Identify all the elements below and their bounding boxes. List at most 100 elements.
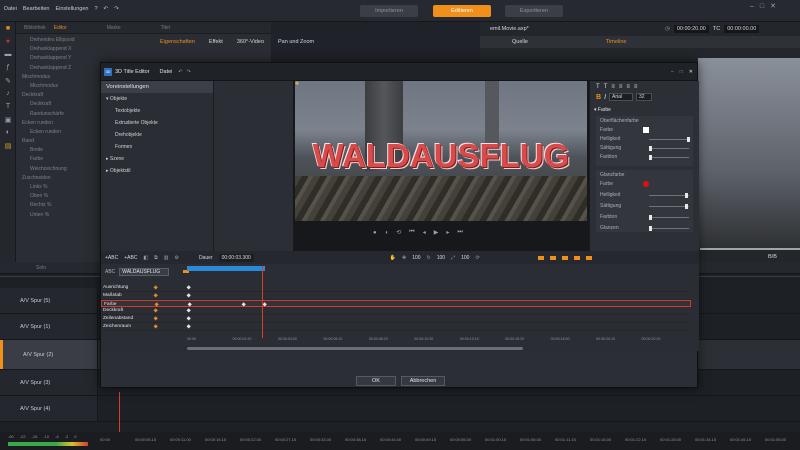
keyframe-row-selected[interactable]: Farbe [101,299,691,308]
rotate-icon[interactable]: ↻ [427,255,431,261]
tree-item[interactable]: ▸ Objektstil [101,165,213,177]
italic-icon[interactable]: I [604,94,606,101]
font-size-select[interactable]: 32 [636,93,652,101]
tab-source[interactable]: Quelle [512,39,528,45]
keyframe-marker[interactable] [186,324,192,330]
tree-item[interactable]: Textobjekte [101,105,213,117]
axis-gizmo-icon[interactable]: ✚ [295,81,305,91]
font-select[interactable]: Arial [609,93,634,101]
tab-properties[interactable]: Eigenschaften [160,39,195,45]
slider-knob[interactable] [685,192,688,198]
tab-marker[interactable]: Marke [107,25,121,31]
end-icon[interactable]: ⏭ [457,229,462,236]
presets-header[interactable]: Voreinstellungen [101,81,213,93]
tab-effect[interactable]: Effekt [209,39,223,45]
menu-settings[interactable]: Einstellungen [55,6,88,12]
volume-icon[interactable]: ◖ [385,230,389,236]
bold-icon[interactable]: B [596,94,601,101]
saturation-slider[interactable] [649,145,689,151]
slider-knob[interactable] [649,214,652,220]
slider-knob[interactable] [649,145,652,151]
keyframe-marker[interactable] [187,301,193,307]
font-size-up-icon[interactable]: T [596,84,600,90]
brush-icon[interactable]: ✎ [0,74,16,87]
effects-icon[interactable]: ƒ [0,61,16,74]
tree-item[interactable]: ▸ Szene [101,153,213,165]
tree-item[interactable]: Formen [101,141,213,153]
saturation-slider[interactable] [649,203,689,209]
shape-icon[interactable]: ◧ [143,255,148,261]
slider-knob[interactable] [685,203,688,209]
redo-icon[interactable]: ↷ [114,6,119,12]
preset-a-icon[interactable] [537,255,544,260]
tab-import[interactable]: Importieren [360,5,418,17]
minimize-icon[interactable]: – [750,3,754,10]
music-icon[interactable]: ♪ [0,87,16,100]
keyframe-marker[interactable] [241,301,247,307]
keyframe-playhead[interactable] [262,266,263,338]
align-left-icon[interactable]: ≡ [611,84,615,90]
keyframe-scrollbar[interactable] [187,347,523,350]
folder-icon[interactable]: ▬ [0,48,16,61]
add-text-icon[interactable]: +ABC [105,255,118,261]
playhead[interactable] [119,392,120,432]
keyframe-row[interactable]: Ausrichtung [101,284,691,292]
x-value[interactable]: 100 [412,255,420,261]
menu-file-editor[interactable]: Datei [160,69,173,75]
ok-button[interactable]: OK [356,376,396,386]
keyframe-marker[interactable] [186,308,192,314]
gloss-color-swatch[interactable] [643,181,649,187]
keyframe-marker[interactable] [186,293,192,298]
y-value[interactable]: 100 [437,255,445,261]
keyframe-row[interactable]: Deckkraft [101,307,691,316]
duration-input[interactable]: 00:00:03.300 [218,253,254,262]
tab-edit[interactable]: Editieren [433,5,491,17]
keyframe-marker[interactable] [262,301,268,307]
preview-scrubber[interactable] [700,248,800,250]
keyframe-marker[interactable] [186,316,192,322]
surface-color-swatch[interactable] [643,127,649,133]
track-row[interactable]: A/V Spur (4) [0,396,800,422]
font-size-down-icon[interactable]: T [604,84,608,90]
hand-icon[interactable]: ✋ [390,255,396,261]
scale-icon[interactable]: ⤢ [451,255,455,261]
maximize-icon[interactable]: □ [760,3,764,10]
redo-icon[interactable]: ↷ [187,69,191,75]
media-icon[interactable]: ■ [0,22,16,35]
help-icon[interactable]: ? [94,6,97,12]
align-right-icon[interactable]: ≡ [626,84,630,90]
title-text[interactable]: WALDAUSFLUG [303,137,579,175]
settings-icon[interactable]: ⚙ [174,255,178,261]
menu-edit[interactable]: Bearbeiten [23,6,50,12]
slider-knob[interactable] [687,136,690,142]
keyframe-marker[interactable] [186,285,192,291]
start-icon[interactable]: ⏮ [409,229,414,236]
shine-slider[interactable] [649,225,689,231]
cancel-button[interactable]: Abbrechen [401,376,445,386]
preset-e-icon[interactable] [585,255,592,260]
keyframe-row[interactable]: Zeichenraum [101,323,691,331]
undo-icon[interactable]: ↶ [104,6,109,12]
tree-item[interactable]: ▾ Objekte [101,93,213,105]
title-3d-icon[interactable]: ▤ [0,139,16,152]
text-icon[interactable]: T [0,100,16,113]
delete-icon[interactable]: ▥ [164,255,169,261]
record-icon[interactable]: ● [0,35,16,48]
tab-360-video[interactable]: 360°-Video [237,39,264,45]
brightness-slider[interactable] [649,136,690,142]
tree-item[interactable]: Drehobjekte [101,129,213,141]
align-center-icon[interactable]: ≡ [619,84,623,90]
play-icon[interactable]: ▶ [434,229,439,236]
preview-canvas[interactable]: WALDAUSFLUG ✚ [295,81,587,221]
slider-knob[interactable] [649,225,652,231]
solo-label[interactable]: Solo [36,265,46,271]
add-extrude-icon[interactable]: +ABC [124,255,137,261]
duration-bar[interactable] [187,266,265,271]
timeline-ruler[interactable]: 00:00 00:00:05.15 00:00:11.00 00:00:16.15 00… [100,433,800,449]
close-icon[interactable]: ✕ [689,69,693,75]
tree-item[interactable]: Extrudierte Objekte [101,117,213,129]
undo-icon[interactable]: ↶ [178,69,182,75]
dot-icon[interactable]: ● [373,230,377,236]
tab-pan-zoom[interactable]: Pan und Zoom [278,39,314,45]
z-value[interactable]: 100 [461,255,469,261]
